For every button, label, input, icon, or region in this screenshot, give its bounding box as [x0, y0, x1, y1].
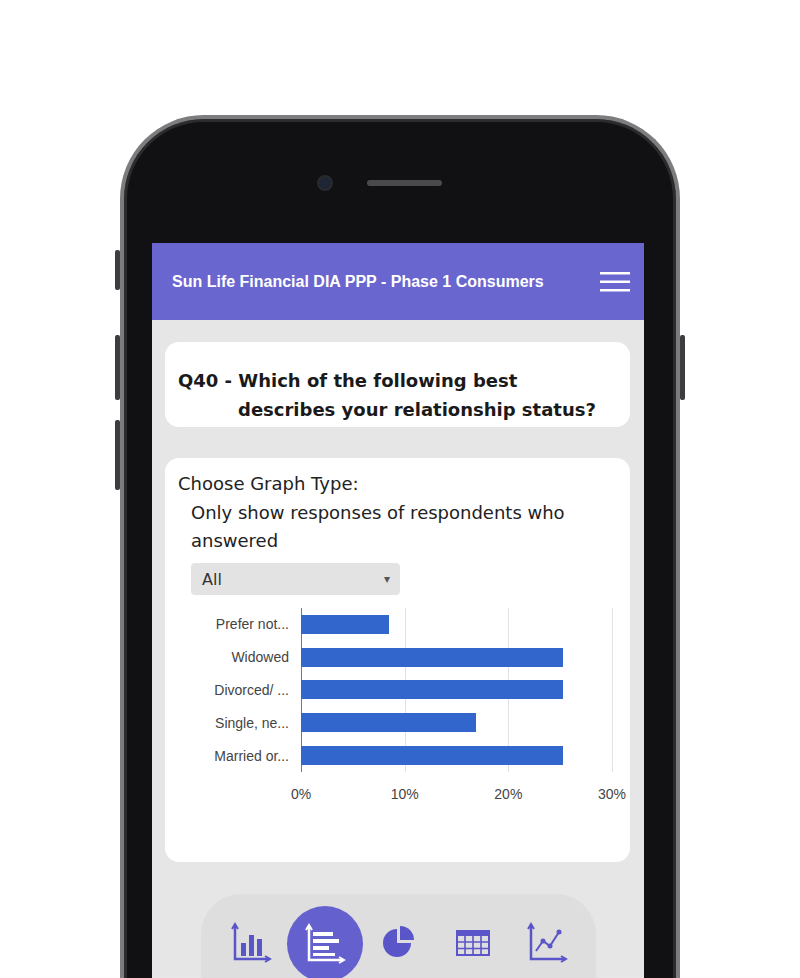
axis-ticks: 0%10%20%30% — [301, 784, 612, 804]
phone-frame: Sun Life Financial DIA PPP - Phase 1 Con… — [120, 115, 680, 978]
camera-icon — [319, 177, 331, 189]
bar-chart-icon — [303, 922, 347, 966]
bar[interactable] — [301, 713, 476, 732]
question-card: Q40 - Which of the following best descri… — [165, 342, 630, 427]
hamburger-menu-icon[interactable] — [600, 271, 630, 293]
dropdown-arrow-icon: ▾ — [384, 572, 390, 586]
bar-row — [301, 739, 612, 772]
power-button — [680, 335, 685, 400]
filter-value: All — [202, 570, 222, 589]
bar-row — [301, 706, 612, 739]
line-chart-icon — [525, 921, 569, 965]
bar[interactable] — [301, 680, 563, 699]
volume-down-button — [115, 420, 120, 490]
graph-type-button[interactable] — [510, 906, 584, 978]
graph-type-label: Choose Graph Type: — [178, 472, 617, 496]
bar[interactable] — [301, 746, 563, 765]
pie-chart-icon — [377, 921, 421, 965]
bar-chart: Prefer not...WidowedDivorced/ ...Single,… — [200, 608, 617, 804]
category-label: Divorced/ ... — [200, 674, 289, 707]
speaker-icon — [367, 180, 442, 186]
bar[interactable] — [301, 648, 563, 667]
category-label: Widowed — [200, 641, 289, 674]
graph-type-button[interactable] — [214, 906, 288, 978]
graph-type-button[interactable] — [287, 906, 363, 978]
axis-tick: 10% — [391, 784, 419, 804]
category-label: Prefer not... — [200, 608, 289, 641]
axis-tick: 0% — [291, 784, 311, 804]
app-header: Sun Life Financial DIA PPP - Phase 1 Con… — [152, 243, 644, 320]
phone-top-bezel — [152, 173, 644, 193]
gridline — [612, 608, 613, 772]
filter-select[interactable]: All ▾ — [191, 563, 400, 595]
graph-card: Choose Graph Type: Only show responses o… — [165, 458, 630, 862]
bar[interactable] — [301, 615, 389, 634]
bar-row — [301, 641, 612, 674]
table-icon — [451, 921, 495, 965]
bar-row — [301, 608, 612, 641]
plot-area — [301, 608, 612, 772]
filter-label: Only show responses of respondents who a… — [191, 499, 617, 555]
app-title: Sun Life Financial DIA PPP - Phase 1 Con… — [172, 273, 544, 291]
category-label: Married or... — [200, 739, 289, 772]
screen: Sun Life Financial DIA PPP - Phase 1 Con… — [152, 243, 644, 978]
page: Sun Life Financial DIA PPP - Phase 1 Con… — [0, 0, 800, 978]
volume-up-button — [115, 335, 120, 400]
bar-row — [301, 674, 612, 707]
column-chart-icon — [229, 921, 273, 965]
axis-tick: 20% — [494, 784, 522, 804]
graph-type-bar — [201, 894, 596, 978]
question-text: Q40 - Which of the following best descri… — [238, 366, 618, 424]
category-label: Single, ne... — [200, 706, 289, 739]
graph-type-button[interactable] — [362, 906, 436, 978]
mute-switch — [115, 250, 120, 290]
axis-tick: 30% — [598, 784, 626, 804]
graph-type-button[interactable] — [436, 906, 510, 978]
category-labels: Prefer not...WidowedDivorced/ ...Single,… — [200, 608, 289, 772]
